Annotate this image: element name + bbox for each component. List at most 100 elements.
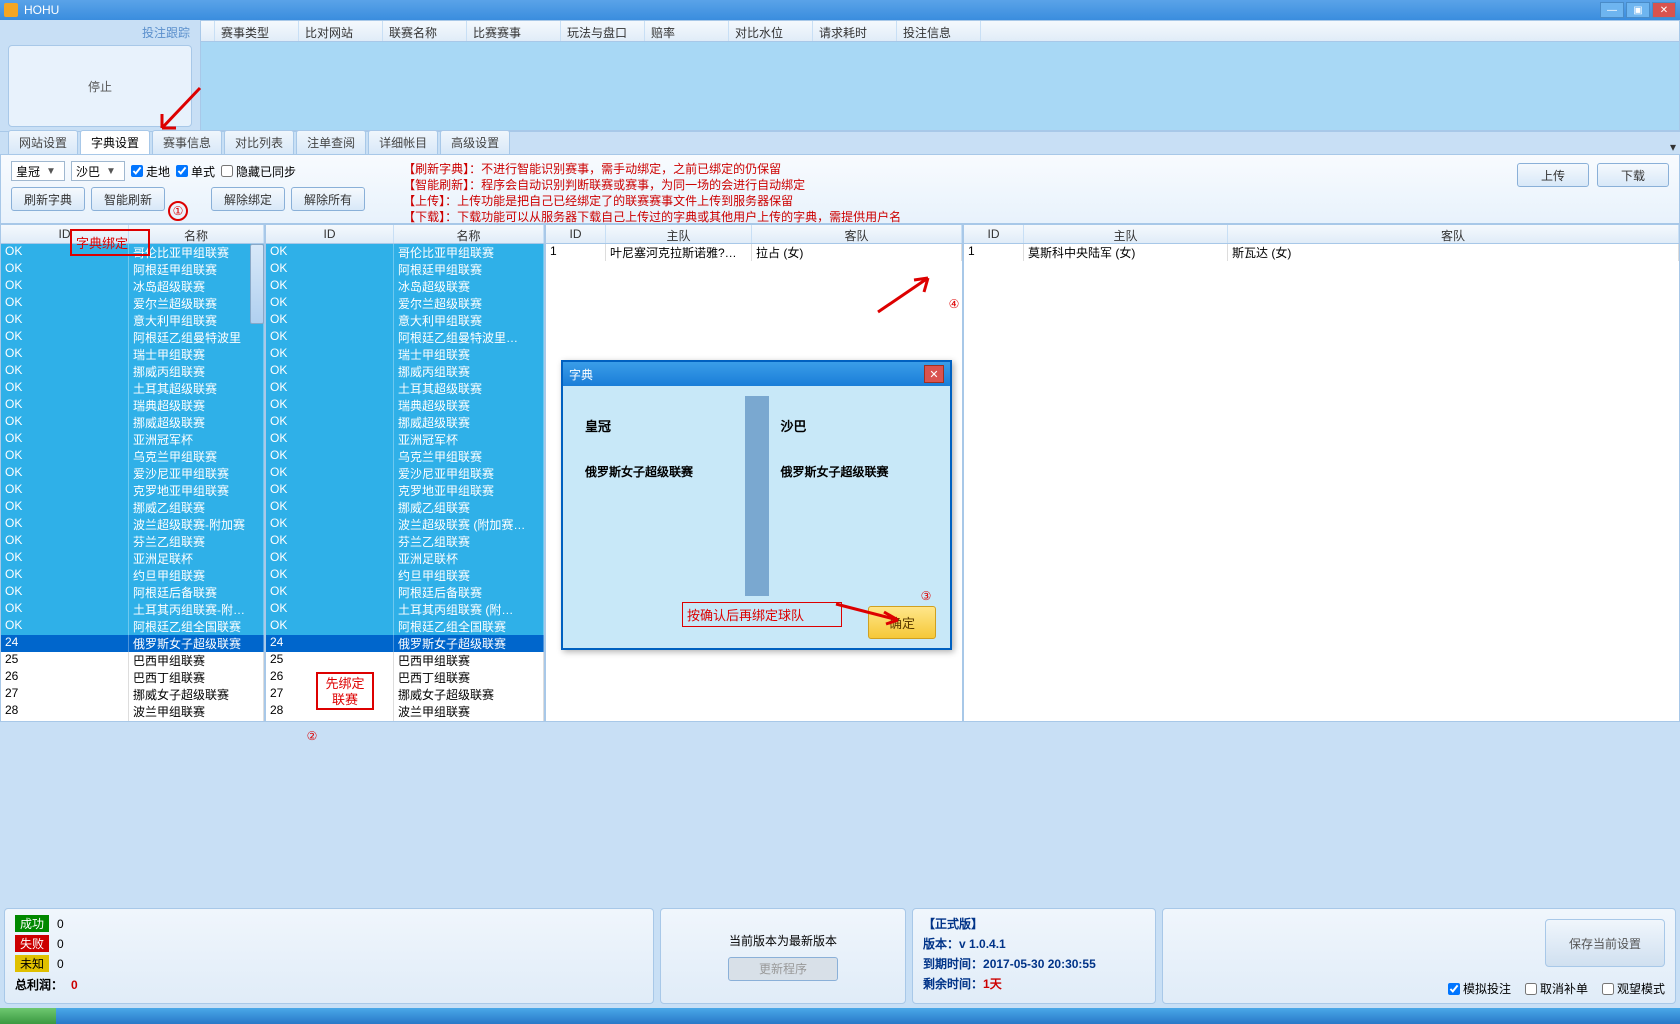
minimize-button[interactable]: — [1600,2,1624,18]
table-row[interactable]: 25巴西甲组联赛 [1,652,264,669]
license-panel: 【正式版】 版本：v 1.0.4.1 到期时间：2017-05-30 20:30… [912,908,1156,1004]
refresh-dict-button[interactable]: 刷新字典 [11,187,85,211]
table-row[interactable]: OK阿根廷甲组联赛 [266,261,544,278]
cb-zoudi[interactable]: 走地 [131,163,170,180]
start-button[interactable] [0,1008,56,1024]
table-row[interactable]: OK爱沙尼亚甲组联赛 [1,465,264,482]
table-row[interactable]: 28波兰甲组联赛 [1,703,264,720]
cb-danshi[interactable]: 单式 [176,163,215,180]
table-row[interactable]: 24俄罗斯女子超级联赛 [266,635,544,652]
tab-site-settings[interactable]: 网站设置 [8,130,78,154]
unbind-button[interactable]: 解除绑定 [211,187,285,211]
close-button[interactable]: ✕ [1652,2,1676,18]
site1-select[interactable]: 皇冠▼ [11,161,65,181]
table-row[interactable]: 1莫斯科中央陆军 (女)斯瓦达 (女) [964,244,1679,261]
table-row[interactable]: OK克罗地亚甲组联赛 [1,482,264,499]
table-row[interactable]: OK波兰超级联赛-附加赛 [1,516,264,533]
table-row[interactable]: OK阿根廷乙组曼特波里… [266,329,544,346]
table-row[interactable]: OK挪威丙组联赛 [266,363,544,380]
table-row[interactable]: OK阿根廷乙组曼特波里 [1,329,264,346]
table-row[interactable]: OK土耳其丙组联赛-附… [1,601,264,618]
table-row[interactable]: OK瑞士甲组联赛 [1,346,264,363]
table-row[interactable]: OK阿根廷乙组全国联赛 [266,618,544,635]
table-row[interactable]: OK瑞士甲组联赛 [266,346,544,363]
table-row[interactable]: OK挪威超级联赛 [1,414,264,431]
table-row[interactable]: OK瑞典超级联赛 [1,397,264,414]
cb-cancel-supp[interactable]: 取消补单 [1525,980,1588,997]
stop-button[interactable]: 停止 [8,45,192,127]
table-row[interactable]: OK约旦甲组联赛 [1,567,264,584]
unbind-all-button[interactable]: 解除所有 [291,187,365,211]
taskbar[interactable] [0,1008,1680,1024]
table-row[interactable]: OK挪威超级联赛 [266,414,544,431]
table-row[interactable]: 26巴西丁组联赛 [1,669,264,686]
table-row[interactable]: OK挪威乙组联赛 [266,499,544,516]
table-row[interactable]: 29芬兰甲组联赛 [266,720,544,722]
table-row[interactable]: OK亚洲冠军杯 [1,431,264,448]
table-row[interactable]: OK阿根廷后备联赛 [266,584,544,601]
smart-refresh-button[interactable]: 智能刷新 [91,187,165,211]
maximize-button[interactable]: ▣ [1626,2,1650,18]
table-row[interactable]: OK亚洲足联杯 [1,550,264,567]
dialog-left-pane: 皇冠 俄罗斯女子超级联赛 [573,396,745,596]
table-row[interactable]: 24俄罗斯女子超级联赛 [1,635,264,652]
table-row[interactable]: OK意大利甲组联赛 [266,312,544,329]
match-grid-2: ID主队客队 1莫斯科中央陆军 (女)斯瓦达 (女) [963,224,1680,722]
table-row[interactable]: OK亚洲冠军杯 [266,431,544,448]
table-row[interactable]: OK爱尔兰超级联赛 [266,295,544,312]
table-row[interactable]: 1叶尼塞河克拉斯诺雅?…拉占 (女) [546,244,962,261]
table-row[interactable]: OK芬兰乙组联赛 [266,533,544,550]
table-row[interactable]: OK芬兰乙组联赛 [1,533,264,550]
table-row[interactable]: OK瑞典超级联赛 [266,397,544,414]
table-row[interactable]: OK阿根廷甲组联赛 [1,261,264,278]
table-row[interactable]: OK冰岛超级联赛 [266,278,544,295]
table-row[interactable]: OK挪威乙组联赛 [1,499,264,516]
table-row[interactable]: OK土耳其丙组联赛 (附… [266,601,544,618]
league-grid-2-body[interactable]: OK哥伦比亚甲组联赛OK阿根廷甲组联赛OK冰岛超级联赛OK爱尔兰超级联赛OK意大… [265,244,545,722]
match-grid-2-body[interactable]: 1莫斯科中央陆军 (女)斯瓦达 (女) [963,244,1680,722]
scrollbar-thumb[interactable] [250,244,264,324]
table-row[interactable]: OK阿根廷乙组全国联赛 [1,618,264,635]
table-row[interactable]: OK哥伦比亚甲组联赛 [266,244,544,261]
table-row[interactable]: OK挪威丙组联赛 [1,363,264,380]
table-row[interactable]: OK阿根廷后备联赛 [1,584,264,601]
league-grid-1-body[interactable]: OK哥伦比亚甲组联赛OK阿根廷甲组联赛OK冰岛超级联赛OK爱尔兰超级联赛OK意大… [0,244,265,722]
upload-button[interactable]: 上传 [1517,163,1589,187]
table-row[interactable]: OK爱尔兰超级联赛 [1,295,264,312]
tab-detail-account[interactable]: 详细帐目 [368,130,438,154]
tab-match-info[interactable]: 赛事信息 [152,130,222,154]
table-row[interactable]: OK波兰超级联赛 (附加赛… [266,516,544,533]
table-row[interactable]: 25巴西甲组联赛 [266,652,544,669]
tabs-overflow-icon[interactable]: ▾ [1666,140,1680,154]
tab-compare-list[interactable]: 对比列表 [224,130,294,154]
table-row[interactable]: OK土耳其超级联赛 [1,380,264,397]
save-settings-button[interactable]: 保存当前设置 [1545,919,1665,967]
tab-dict-settings[interactable]: 字典设置 [80,130,150,154]
table-row[interactable]: OK克罗地亚甲组联赛 [266,482,544,499]
table-row[interactable]: OK亚洲足联杯 [266,550,544,567]
cb-observe[interactable]: 观望模式 [1602,980,1665,997]
tab-advanced[interactable]: 高级设置 [440,130,510,154]
dialog-ok-button[interactable]: 确定 [868,606,936,639]
table-row[interactable]: OK乌克兰甲组联赛 [266,448,544,465]
table-row[interactable]: 27挪威女子超级联赛 [1,686,264,703]
cb-simulate[interactable]: 模拟投注 [1448,980,1511,997]
table-row[interactable]: 26巴西丁组联赛 [266,669,544,686]
table-row[interactable]: OK冰岛超级联赛 [1,278,264,295]
dialog-close-button[interactable]: ✕ [924,365,944,383]
table-row[interactable]: OK土耳其超级联赛 [266,380,544,397]
table-row[interactable]: 28波兰甲组联赛 [266,703,544,720]
table-row[interactable]: OK哥伦比亚甲组联赛 [1,244,264,261]
titlebar: HOHU — ▣ ✕ [0,0,1680,20]
update-button[interactable]: 更新程序 [728,957,838,981]
tab-bet-review[interactable]: 注单查阅 [296,130,366,154]
table-row[interactable]: 29芬兰甲组联赛 [1,720,264,722]
site2-select[interactable]: 沙巴▼ [71,161,125,181]
table-row[interactable]: 27挪威女子超级联赛 [266,686,544,703]
table-row[interactable]: OK乌克兰甲组联赛 [1,448,264,465]
table-row[interactable]: OK约旦甲组联赛 [266,567,544,584]
table-row[interactable]: OK意大利甲组联赛 [1,312,264,329]
download-button[interactable]: 下载 [1597,163,1669,187]
table-row[interactable]: OK爱沙尼亚甲组联赛 [266,465,544,482]
cb-hide-synced[interactable]: 隐藏已同步 [221,163,296,180]
